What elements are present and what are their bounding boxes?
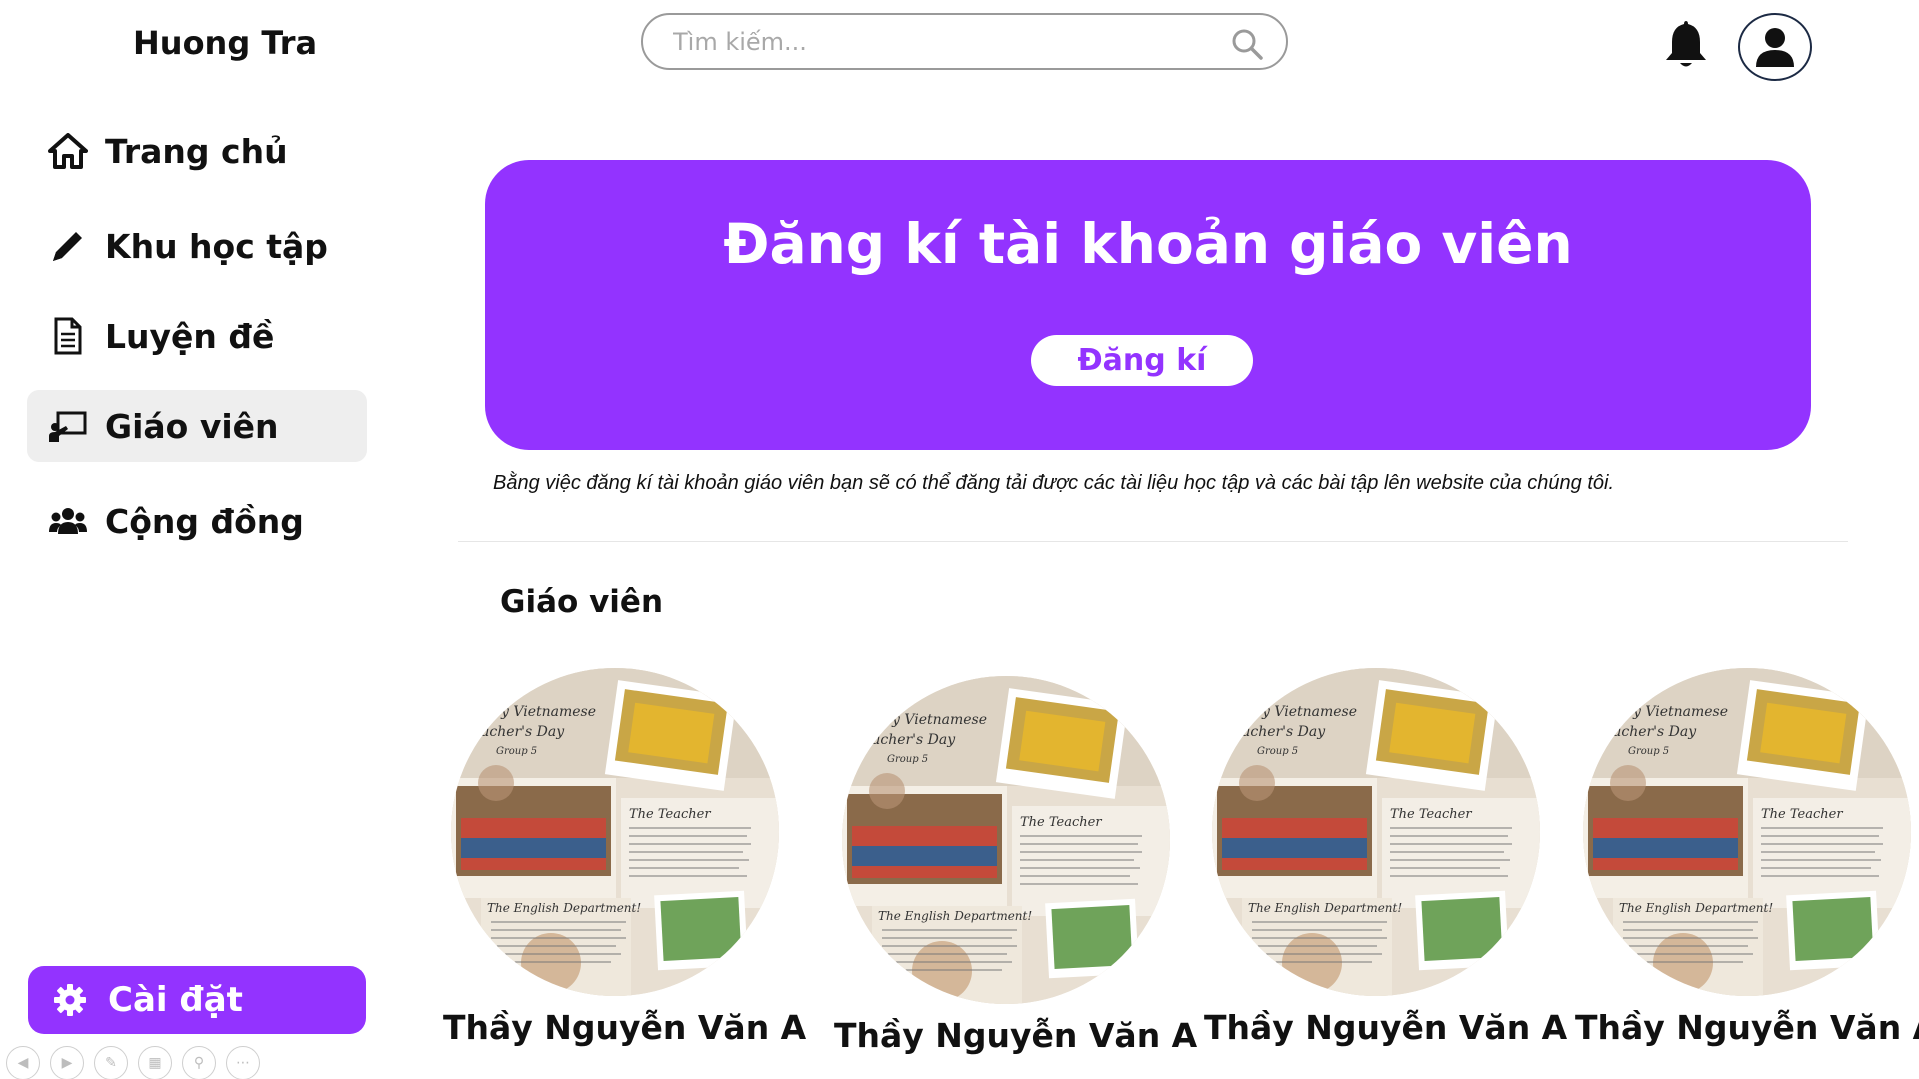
teacher-name[interactable]: Thầy Nguyễn Văn A xyxy=(1204,1008,1567,1047)
sidebar-item-label: Cộng đồng xyxy=(105,501,304,541)
teacher-photo[interactable]: y Vietnamese acher's Day Group 5 The Tea… xyxy=(1583,668,1911,996)
settings-label: Cài đặt xyxy=(108,980,243,1020)
collage-text: acher's Day xyxy=(872,732,956,748)
previous-icon[interactable]: ◀ xyxy=(6,1046,40,1079)
teacher-photo[interactable]: y Vietnamese acher's Day Group 5 The Tea… xyxy=(451,668,779,996)
collage-text: acher's Day xyxy=(1242,724,1326,740)
user-icon xyxy=(1756,28,1794,67)
sidebar-item-study[interactable]: Khu học tập xyxy=(27,210,367,282)
search-icon[interactable] xyxy=(1230,27,1264,61)
pencil-icon xyxy=(47,225,89,267)
collage-text: The English Department! xyxy=(878,909,1032,923)
teacher-photo[interactable]: y Vietnamese acher's Day Group 5 The Tea… xyxy=(1212,668,1540,996)
collage-text: The English Department! xyxy=(487,901,641,915)
teacher-photo-collage: y Vietnamese acher's Day Group 5 The Tea… xyxy=(842,676,1170,1004)
section-title: Giáo viên xyxy=(500,584,664,620)
gear-icon xyxy=(52,982,88,1018)
brand-name: Huong Tra xyxy=(133,24,318,62)
collage-text: acher's Day xyxy=(481,724,565,740)
teacher-photo-collage: y Vietnamese acher's Day Group 5 The Tea… xyxy=(1583,668,1911,996)
teacher-board-icon xyxy=(47,405,89,447)
sidebar-item-community[interactable]: Cộng đồng xyxy=(27,485,367,557)
collage-text: The Teacher xyxy=(629,807,711,822)
banner-title: Đăng kí tài khoản giáo viên xyxy=(723,212,1573,276)
teacher-photo-collage: y Vietnamese acher's Day Group 5 The Tea… xyxy=(451,668,779,996)
users-icon xyxy=(47,500,89,542)
sidebar-item-label: Giáo viên xyxy=(105,406,279,446)
sidebar-item-teachers[interactable]: Giáo viên xyxy=(27,390,367,462)
home-icon xyxy=(47,130,89,172)
search-bar xyxy=(641,13,1288,70)
collage-text: The Teacher xyxy=(1020,815,1102,830)
next-icon[interactable]: ▶ xyxy=(50,1046,84,1079)
teacher-card[interactable]: y Vietnamese acher's Day Group 5 The Tea… xyxy=(834,676,1197,1055)
sidebar-item-practice[interactable]: Luyện đề xyxy=(27,300,367,372)
collage-text: y Vietnamese xyxy=(891,712,987,728)
teacher-signup-banner: Đăng kí tài khoản giáo viên Đăng kí xyxy=(485,160,1811,450)
collage-text: y Vietnamese xyxy=(1632,704,1728,720)
sidebar-item-label: Khu học tập xyxy=(105,226,328,266)
signup-button[interactable]: Đăng kí xyxy=(1031,335,1253,386)
teacher-photo[interactable]: y Vietnamese acher's Day Group 5 The Tea… xyxy=(842,676,1170,1004)
teacher-card[interactable]: y Vietnamese acher's Day Group 5 The Tea… xyxy=(443,668,806,1047)
sidebar-item-label: Trang chủ xyxy=(105,131,288,171)
collage-text: Group 5 xyxy=(887,754,928,765)
zoom-icon[interactable]: ⚲ xyxy=(182,1046,216,1079)
collage-text: Group 5 xyxy=(1257,746,1298,757)
collage-text: Group 5 xyxy=(496,746,537,757)
sidebar-item-label: Luyện đề xyxy=(105,316,275,356)
teacher-photo-collage: y Vietnamese acher's Day Group 5 The Tea… xyxy=(1212,668,1540,996)
collage-text: Group 5 xyxy=(1628,746,1669,757)
teacher-name[interactable]: Thầy Nguyễn Văn A xyxy=(1575,1008,1919,1047)
teacher-card[interactable]: y Vietnamese acher's Day Group 5 The Tea… xyxy=(1204,668,1567,1047)
collage-text: y Vietnamese xyxy=(1261,704,1357,720)
collage-text: The English Department! xyxy=(1619,901,1773,915)
collage-text: y Vietnamese xyxy=(500,704,596,720)
bell-icon[interactable] xyxy=(1662,18,1710,70)
user-avatar[interactable] xyxy=(1738,13,1812,81)
search-input[interactable] xyxy=(673,27,1193,56)
teacher-name[interactable]: Thầy Nguyễn Văn A xyxy=(834,1016,1197,1055)
collage-text: The Teacher xyxy=(1761,807,1843,822)
more-options-icon[interactable]: ⋯ xyxy=(226,1046,260,1079)
slides-grid-icon[interactable]: ▦ xyxy=(138,1046,172,1079)
teacher-card[interactable]: y Vietnamese acher's Day Group 5 The Tea… xyxy=(1575,668,1919,1047)
signup-description: Bằng việc đăng kí tài khoản giáo viên bạ… xyxy=(493,472,1615,494)
teacher-name[interactable]: Thầy Nguyễn Văn A xyxy=(443,1008,806,1047)
collage-text: The Teacher xyxy=(1390,807,1472,822)
collage-text: The English Department! xyxy=(1248,901,1402,915)
sidebar-item-home[interactable]: Trang chủ xyxy=(27,115,367,187)
document-icon xyxy=(47,315,89,357)
settings-button[interactable]: Cài đặt xyxy=(28,966,366,1034)
pen-icon[interactable]: ✎ xyxy=(94,1046,128,1079)
collage-text: acher's Day xyxy=(1613,724,1697,740)
slideshow-toolbar: ◀ ▶ ✎ ▦ ⚲ ⋯ xyxy=(6,1046,260,1079)
divider xyxy=(458,541,1848,542)
